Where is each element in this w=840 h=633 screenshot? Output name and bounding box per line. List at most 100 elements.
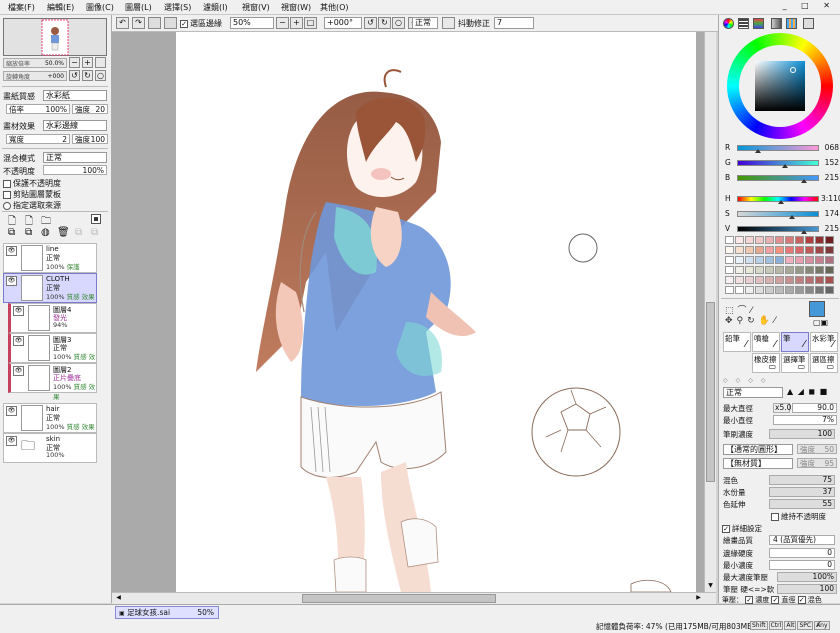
color-swatch[interactable] <box>735 276 744 284</box>
color-wheel[interactable] <box>727 33 833 139</box>
zoom-out-button[interactable]: − <box>276 17 289 29</box>
clear-layer-icon[interactable]: ◍ <box>41 227 50 238</box>
scroll-left-arrow-icon[interactable]: ◀ <box>114 594 123 603</box>
protect-opacity-toggle[interactable]: 保護不透明度 <box>3 178 61 189</box>
color-swatch[interactable] <box>805 246 814 254</box>
sv-picker[interactable] <box>790 67 796 73</box>
slider-knob-icon[interactable] <box>801 179 808 183</box>
brush-blend-slider[interactable]: 75 <box>769 475 835 485</box>
transfer-down-icon[interactable]: ⧉ <box>8 227 15 238</box>
redo-button[interactable]: ↷ <box>132 17 145 29</box>
max-size-slider[interactable]: 90.0 <box>792 403 837 413</box>
color-swatch[interactable] <box>805 276 814 284</box>
layer-item[interactable]: 👁 CLOTH 正常 100% 質感 效果 <box>3 273 97 303</box>
texture-strength-slider[interactable]: 強度 95 <box>797 458 837 468</box>
brush-tool[interactable]: 筆 ⁄ <box>781 332 809 352</box>
color-swatch[interactable] <box>775 266 784 274</box>
color-swatch[interactable] <box>745 236 754 244</box>
color-swatch[interactable] <box>815 236 824 244</box>
color-swatch[interactable] <box>775 246 784 254</box>
color-swatch[interactable] <box>795 246 804 254</box>
color-swatch[interactable] <box>735 256 744 264</box>
menu-item[interactable]: 檔案(F) <box>8 2 35 13</box>
color-swatch[interactable] <box>725 256 734 264</box>
layer-item[interactable]: 👁 line 正常 100% 保護 <box>3 243 97 273</box>
brush-edge-presets[interactable]: ▲ ◢ ◼ ■ <box>787 387 837 398</box>
color-swatch[interactable] <box>795 286 804 294</box>
horizontal-scroll-thumb[interactable] <box>302 594 496 603</box>
opacity-slider[interactable]: 100% <box>43 165 107 175</box>
color-swatch[interactable] <box>825 256 834 264</box>
layer-item[interactable]: 👁 🗀 skin 正常 100% <box>3 433 97 463</box>
brush-tool[interactable]: 選區擦 ▭ <box>810 353 838 373</box>
color-swatch[interactable] <box>815 246 824 254</box>
delete-layer-icon[interactable]: 🗑 <box>57 227 70 238</box>
color-swatch[interactable] <box>735 246 744 254</box>
color-swatch[interactable] <box>785 286 794 294</box>
rotate-select[interactable]: +000° <box>324 17 362 29</box>
color-swatch[interactable] <box>755 246 764 254</box>
min-size-slider[interactable]: 7% <box>773 415 837 425</box>
color-swatch[interactable] <box>745 266 754 274</box>
scroll-right-arrow-icon[interactable]: ▶ <box>694 594 703 603</box>
slider-knob-icon[interactable] <box>788 215 795 219</box>
deselect-button[interactable] <box>148 17 161 29</box>
rotate-right-button[interactable]: ↻ <box>378 17 391 29</box>
sv-square[interactable] <box>755 61 805 111</box>
color-swatches[interactable] <box>725 236 837 296</box>
antialias-toggle[interactable]: ✓ 選區邊緣 <box>180 18 222 29</box>
menu-item[interactable]: 視窗(V) <box>242 2 270 13</box>
menu-item[interactable]: 其他(O) <box>320 2 349 13</box>
max-density-pressure-slider[interactable]: 100% <box>777 572 837 582</box>
visibility-eye-icon[interactable]: 👁 <box>13 336 24 346</box>
paper-scale-slider[interactable]: 倍率 100% <box>6 104 70 114</box>
color-swatch[interactable] <box>725 286 734 294</box>
layer-item[interactable]: 👁圖層3正常100%質感 效果 <box>8 333 97 371</box>
color-swatch[interactable] <box>725 276 734 284</box>
color-swatch[interactable] <box>735 236 744 244</box>
color-swatch[interactable] <box>765 256 774 264</box>
color-swatch[interactable] <box>765 286 774 294</box>
rotate-left-button[interactable]: ↺ <box>364 17 377 29</box>
clipping-toggle[interactable]: 剪貼圖層蒙板 <box>3 189 61 200</box>
menu-item[interactable]: 圖層(L) <box>125 2 152 13</box>
color-swatch[interactable] <box>785 266 794 274</box>
color-slider-h[interactable]: H 3:110 <box>725 194 840 204</box>
quality-select[interactable]: 4 (品質優先) <box>769 535 835 545</box>
color-swatch[interactable] <box>725 266 734 274</box>
menu-item[interactable]: 編輯(E) <box>47 2 74 13</box>
view-mode-select[interactable]: 正常 <box>412 17 438 29</box>
zoom-select[interactable]: 50% <box>230 17 274 29</box>
brush-tool[interactable]: 噴槍 ⁄ <box>752 332 780 352</box>
vertical-scrollbar[interactable]: ▼ <box>704 32 716 592</box>
layer-item[interactable]: 👁 圖層4 發光 94% <box>8 303 97 333</box>
layer-item[interactable]: 👁 hair 正常 100% 質感 效果 <box>3 403 97 433</box>
menu-item[interactable]: 視窗(W) <box>281 2 311 13</box>
invert-selection-button[interactable] <box>164 17 177 29</box>
color-swatch[interactable] <box>825 276 834 284</box>
window-controls[interactable]: _ □ ✕ <box>783 1 836 10</box>
color-swatch[interactable] <box>775 256 784 264</box>
color-swatch[interactable] <box>815 276 824 284</box>
nav-rotate-reset-button[interactable]: ○ <box>95 70 106 81</box>
nav-zoom-in-button[interactable]: + <box>82 57 93 68</box>
visibility-eye-icon[interactable]: 👁 <box>6 436 17 446</box>
clipping-checkbox[interactable] <box>3 190 11 199</box>
color-swatch[interactable] <box>785 276 794 284</box>
color-swatch[interactable] <box>765 276 774 284</box>
edge-hardness-slider[interactable]: 0 <box>769 548 835 558</box>
color-swatch[interactable] <box>785 246 794 254</box>
color-swatch[interactable] <box>755 266 764 274</box>
nav-zoom-out-button[interactable]: − <box>69 57 80 68</box>
rotate-reset-button[interactable]: ○ <box>392 17 405 29</box>
color-swatch[interactable] <box>775 236 784 244</box>
nav-zoom-reset-button[interactable] <box>95 57 106 68</box>
visibility-eye-icon[interactable]: 👁 <box>13 306 24 316</box>
color-swatch[interactable] <box>735 266 744 274</box>
view-tools[interactable]: ✥⚲↻✋⁄ <box>725 316 779 326</box>
color-swatch[interactable] <box>815 256 824 264</box>
antialias-checkbox[interactable]: ✓ <box>180 19 188 28</box>
paper-width-slider[interactable]: 寬度 2 <box>6 134 70 144</box>
color-swatch[interactable] <box>825 246 834 254</box>
protect-opacity-checkbox[interactable] <box>3 179 11 188</box>
